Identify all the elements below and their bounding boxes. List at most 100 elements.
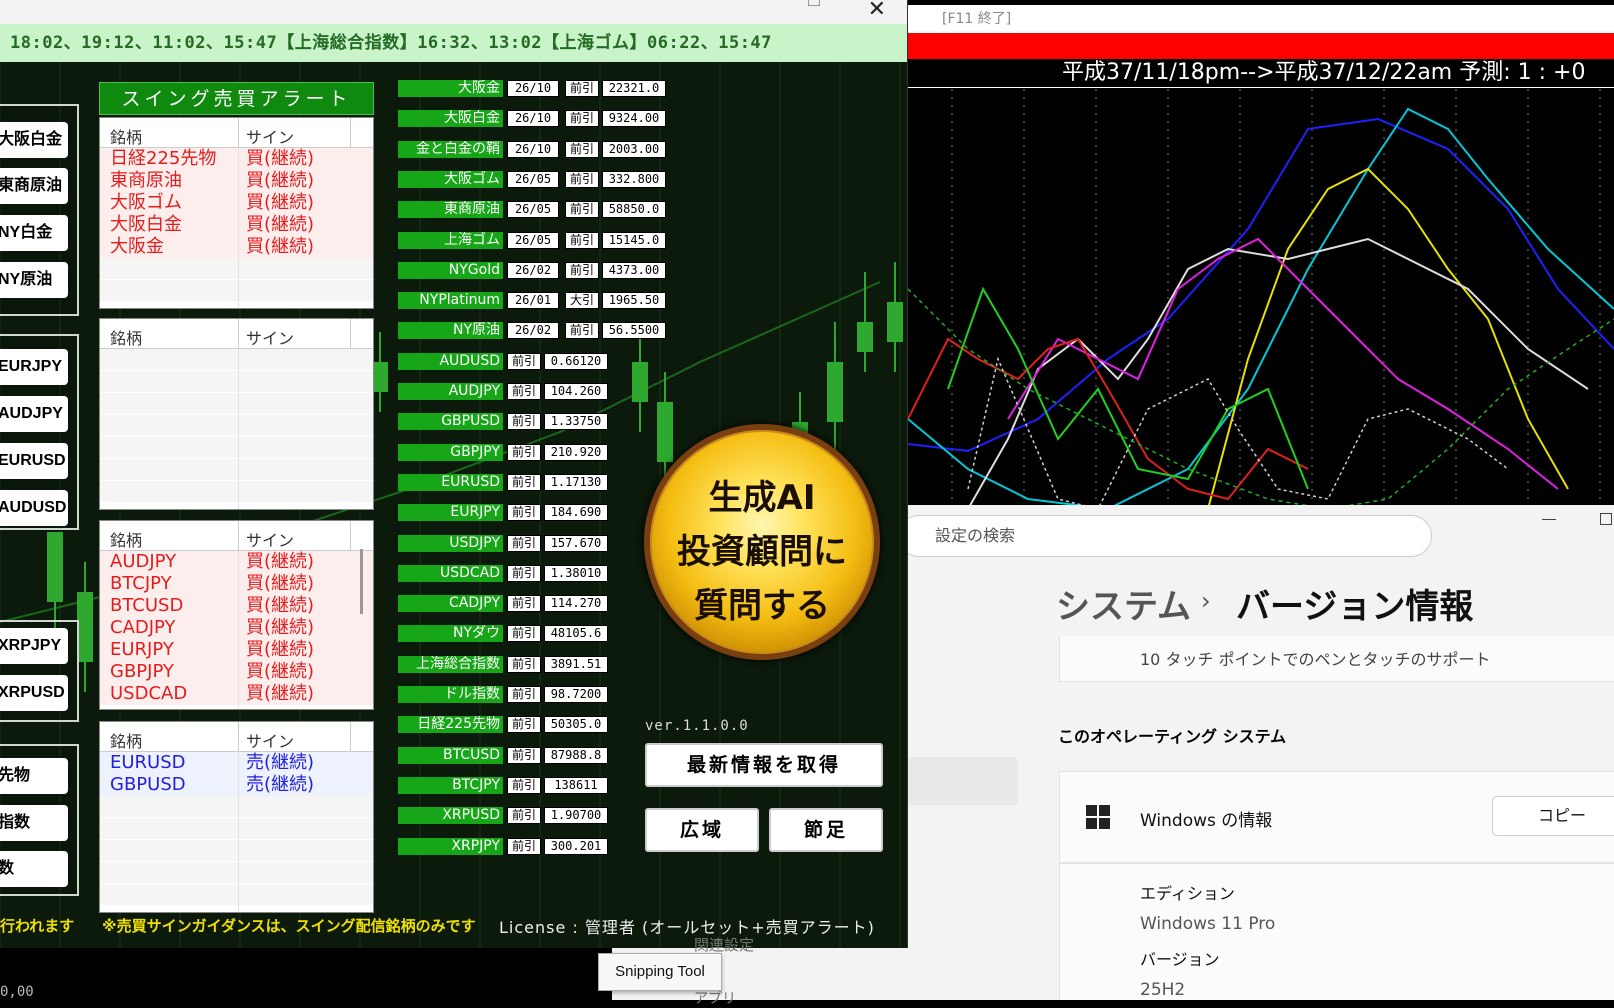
apps-text: アプリ	[694, 991, 736, 1007]
header-sign: サイン	[246, 531, 295, 550]
breadcrumb-system[interactable]: システム	[1056, 579, 1191, 628]
header-name: 銘柄	[110, 732, 143, 751]
signal-row[interactable]	[100, 862, 373, 884]
signal-row[interactable]	[100, 280, 373, 302]
signal-row[interactable]	[100, 258, 373, 280]
ai-line-2: 投資顧問に	[677, 532, 847, 572]
maximize-icon[interactable]	[1600, 513, 1612, 525]
copy-button[interactable]: コピー	[1492, 796, 1614, 836]
signal-row[interactable]: 日経225先物 買(継続)	[100, 148, 373, 170]
price-symbol: GBPUSD	[398, 413, 503, 431]
header-name: 銘柄	[110, 128, 143, 147]
price-value: 157.670	[544, 534, 608, 552]
signal-row[interactable]: 大阪白金 買(継続)	[100, 214, 373, 236]
signal-row[interactable]: BTCUSD 買(継続)	[100, 595, 373, 617]
signal-sign: 買(継続)	[246, 617, 315, 638]
left-button-futures[interactable]: 先物	[0, 758, 68, 794]
minimize-icon[interactable]	[1542, 519, 1556, 520]
signal-sign: 買(継続)	[246, 148, 315, 169]
signal-row[interactable]	[100, 840, 373, 862]
maximize-icon[interactable]	[808, 0, 820, 6]
bg-candle-body	[77, 592, 93, 662]
signal-table-fx-sell[interactable]: 銘柄 サイン EURUSD 売(継続) GBPUSD 売(継続)	[99, 721, 374, 913]
osc-forecast-header: 平成37/11/18pm-->平成37/12/22am 予測: 1 : +0	[908, 58, 1614, 88]
signal-name: CADJPY	[110, 617, 176, 638]
signal-row[interactable]	[100, 481, 373, 503]
left-button-osaka-platinum[interactable]: 大阪白金	[0, 122, 68, 158]
ai-advisor-button[interactable]: 生成AI 投資顧問に 質問する	[644, 424, 880, 660]
price-kind: 前引	[507, 383, 541, 400]
price-symbol: NY原油	[398, 322, 503, 340]
signal-row[interactable]	[100, 437, 373, 459]
left-button-count[interactable]: 数	[0, 851, 68, 887]
scrollbar[interactable]	[360, 549, 363, 614]
price-value: 50305.0	[544, 716, 608, 734]
left-button-index[interactable]: 指数	[0, 805, 68, 841]
signal-row[interactable]: EURJPY 買(継続)	[100, 639, 373, 661]
left-button-audusd[interactable]: AUDUSD	[0, 490, 68, 526]
price-kind: 前引	[565, 201, 599, 219]
edition-value: Windows 11 Pro	[1140, 914, 1276, 934]
nav-selected-item[interactable]	[908, 757, 1018, 805]
table-header: 銘柄 サイン	[100, 722, 373, 752]
signal-row[interactable]: 大阪ゴム 買(継続)	[100, 192, 373, 214]
settings-search-input[interactable]: 設定の検索	[908, 515, 1432, 557]
signal-row[interactable]	[100, 371, 373, 393]
price-kind: 前引	[507, 807, 541, 825]
signal-name: USDCAD	[110, 683, 188, 704]
signal-table-fx-buy[interactable]: 銘柄 サイン AUDJPY 買(継続) BTCJPY 買(継続) BTCUSD 買(継続) CA…	[99, 520, 374, 710]
left-button-xrpjpy[interactable]: XRPJPY	[0, 628, 68, 664]
price-value: 58850.0	[602, 201, 666, 219]
signal-row[interactable]: EURUSD 売(継続)	[100, 752, 373, 774]
signal-row[interactable]: AUDJPY 買(継続)	[100, 551, 373, 573]
signal-row[interactable]	[100, 818, 373, 840]
price-value: 1.90700	[544, 807, 608, 825]
signal-table-commodities[interactable]: 銘柄 サイン 日経225先物 買(継続) 東商原油 買(継続) 大阪ゴム 買(継続) 大阪白金買…	[99, 117, 374, 309]
signal-row[interactable]	[100, 349, 373, 371]
signal-sign: 買(継続)	[246, 192, 315, 213]
signal-row[interactable]: 東商原油 買(継続)	[100, 170, 373, 192]
left-button-ny-crude[interactable]: NY原油	[0, 262, 68, 298]
left-button-eurusd[interactable]: EURUSD	[0, 443, 68, 479]
trading-app-window: ✕ 18:02、19:12、11:02、15:47【上海総合指数】16:32、1…	[0, 0, 908, 948]
price-symbol: 日経225先物	[398, 716, 503, 734]
related-settings-text: 関連設定	[694, 936, 755, 954]
windows-info-card[interactable]: Windows の情報 コピー	[1059, 771, 1614, 863]
price-symbol: AUDJPY	[398, 383, 503, 400]
left-button-xrpusd[interactable]: XRPUSD	[0, 675, 68, 711]
signal-row[interactable]: GBPUSD 売(継続)	[100, 774, 373, 796]
price-kind: 前引	[507, 625, 541, 643]
table-header: 銘柄 サイン	[100, 118, 373, 148]
signal-name: AUDJPY	[110, 551, 177, 572]
signal-row[interactable]	[100, 393, 373, 415]
close-icon[interactable]: ✕	[868, 0, 886, 22]
osc-red-band	[908, 33, 1614, 59]
version-value: 25H2	[1140, 980, 1186, 1000]
signal-row[interactable]	[100, 459, 373, 481]
price-symbol: XRPUSD	[398, 807, 503, 825]
signal-row[interactable]: CADJPY 買(継続)	[100, 617, 373, 639]
refresh-button[interactable]: 最新情報を取得	[645, 743, 883, 787]
signal-row[interactable]	[100, 796, 373, 818]
bg-candle-body	[47, 532, 63, 602]
price-month: 26/02	[507, 322, 559, 340]
season-button[interactable]: 節足	[769, 808, 883, 852]
wide-button[interactable]: 広域	[645, 808, 759, 852]
signal-row[interactable]	[100, 884, 373, 906]
signal-row[interactable]: 大阪金 買(継続)	[100, 236, 373, 258]
signal-row[interactable]: GBPJPY 買(継続)	[100, 661, 373, 683]
price-value: 15145.0	[602, 231, 666, 249]
bg-candle-body	[632, 362, 648, 402]
left-button-audjpy[interactable]: AUDJPY	[0, 396, 68, 432]
price-kind: 前引	[507, 837, 541, 855]
left-button-tosho-crude[interactable]: 東商原油	[0, 168, 68, 204]
signal-row[interactable]: BTCJPY 買(継続)	[100, 573, 373, 595]
signal-table-empty[interactable]: 銘柄 サイン	[99, 318, 374, 510]
signal-row[interactable]	[100, 415, 373, 437]
left-button-eurjpy[interactable]: EURJPY	[0, 349, 68, 385]
signal-name: 大阪ゴム	[110, 192, 182, 213]
signal-name: 大阪白金	[110, 214, 182, 235]
price-kind: 前引	[507, 504, 541, 522]
signal-row[interactable]: USDCAD 買(継続)	[100, 683, 373, 705]
left-button-ny-platinum[interactable]: NY白金	[0, 215, 68, 251]
